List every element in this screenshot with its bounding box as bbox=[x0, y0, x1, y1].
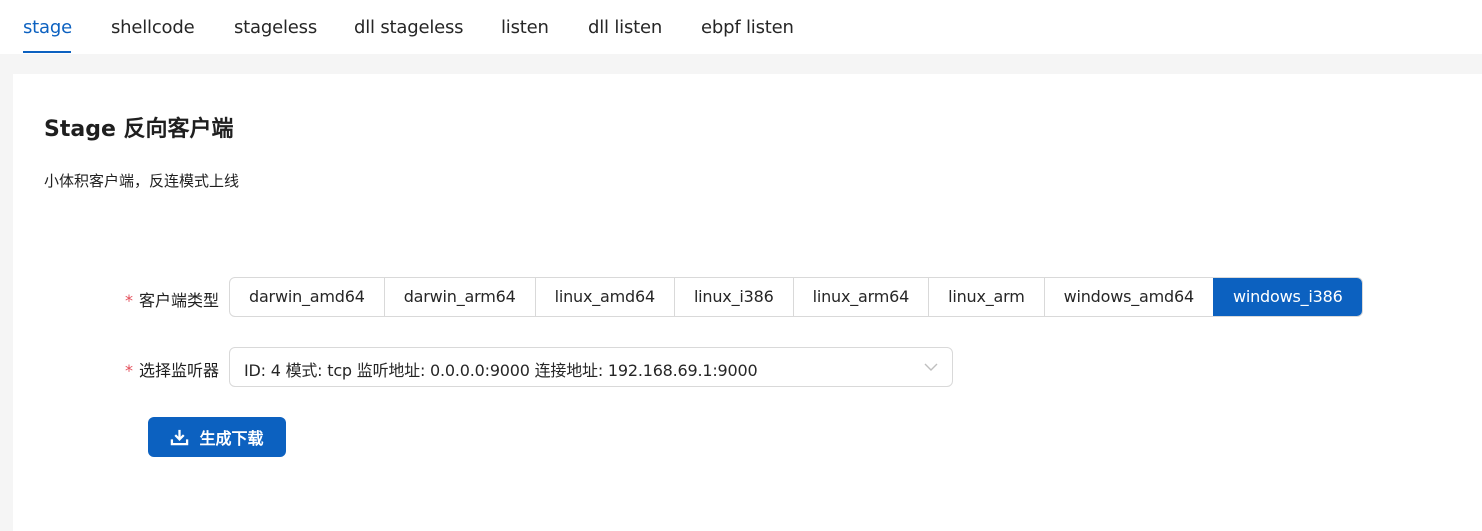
listener-select-value: ID: 4 模式: tcp 监听地址: 0.0.0.0:9000 连接地址: 1… bbox=[244, 361, 758, 380]
active-tab-indicator bbox=[23, 51, 71, 53]
tab-stage[interactable]: stage bbox=[23, 17, 72, 44]
tab-listen[interactable]: listen bbox=[501, 17, 549, 44]
tab-bar: stage shellcode stageless dll stageless … bbox=[0, 0, 1482, 54]
generate-download-label: 生成下载 bbox=[199, 429, 264, 448]
page-title: Stage 反向客户端 bbox=[44, 117, 234, 142]
tab-stageless[interactable]: stageless bbox=[234, 17, 317, 44]
required-mark: * bbox=[124, 291, 133, 310]
generate-download-button[interactable]: 生成下载 bbox=[148, 417, 286, 457]
content-card: Stage 反向客户端 小体积客户端，反连模式上线 * 客户端类型 darwin_… bbox=[13, 74, 1482, 531]
client-type-option-linux-arm64[interactable]: linux_arm64 bbox=[792, 278, 929, 316]
client-type-option-darwin-amd64[interactable]: darwin_amd64 bbox=[230, 278, 384, 316]
tab-dll-stageless[interactable]: dll stageless bbox=[354, 17, 464, 44]
tab-shellcode[interactable]: shellcode bbox=[111, 17, 195, 44]
client-type-label-text: 客户端类型 bbox=[138, 291, 219, 310]
client-type-option-darwin-arm64[interactable]: darwin_arm64 bbox=[383, 278, 535, 316]
tab-ebpf-listen[interactable]: ebpf listen bbox=[701, 17, 794, 44]
required-mark: * bbox=[124, 361, 133, 380]
page-description: 小体积客户端，反连模式上线 bbox=[44, 172, 240, 190]
tab-dll-listen[interactable]: dll listen bbox=[588, 17, 662, 44]
client-type-option-linux-amd64[interactable]: linux_amd64 bbox=[534, 278, 674, 316]
client-type-option-windows-amd64[interactable]: windows_amd64 bbox=[1043, 278, 1213, 316]
client-type-option-linux-i386[interactable]: linux_i386 bbox=[673, 278, 793, 316]
listener-label-text: 选择监听器 bbox=[138, 361, 219, 380]
chevron-down-icon bbox=[924, 363, 938, 371]
download-icon bbox=[171, 429, 189, 445]
client-type-option-windows-i386[interactable]: windows_i386 bbox=[1212, 278, 1362, 316]
client-type-option-linux-arm[interactable]: linux_arm bbox=[928, 278, 1044, 316]
listener-select[interactable]: ID: 4 模式: tcp 监听地址: 0.0.0.0:9000 连接地址: 1… bbox=[229, 347, 953, 387]
listener-label: * 选择监听器 bbox=[99, 357, 219, 381]
client-type-label: * 客户端类型 bbox=[99, 287, 219, 311]
client-type-segmented: darwin_amd64 darwin_arm64 linux_amd64 li… bbox=[229, 277, 1363, 317]
